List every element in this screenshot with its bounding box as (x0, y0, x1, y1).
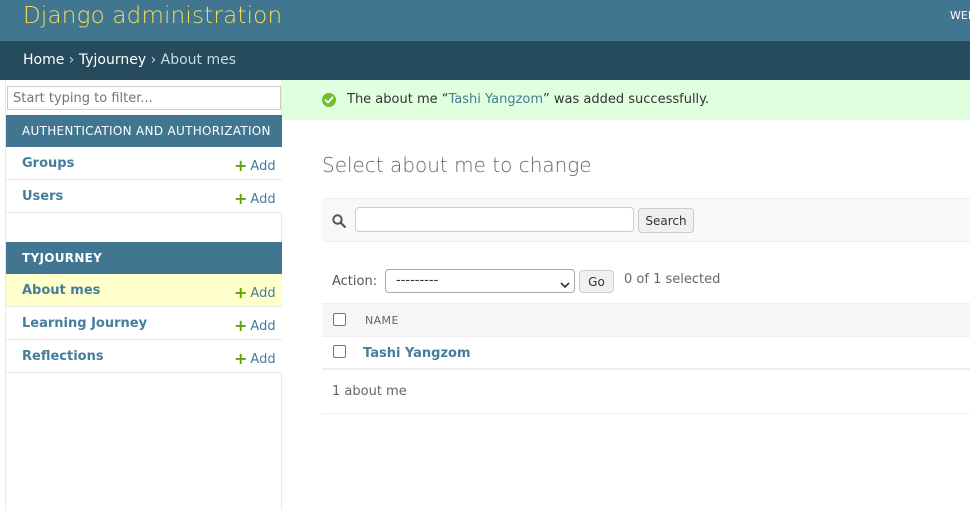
sidebar-item-users: Users + Add (6, 180, 282, 213)
model-link-groups[interactable]: Groups (22, 156, 74, 171)
table-row: Tashi Yangzom (322, 337, 970, 370)
paginator-count: 1 about me (332, 384, 407, 399)
model-link-about-mes[interactable]: About mes (22, 283, 100, 298)
header: Django administration WELCOME, (0, 0, 970, 41)
sidebar-item-about-mes: About mes + Add (6, 274, 282, 307)
action-selected-option: --------- (396, 273, 439, 288)
nav-sidebar: AUTHENTICATION AND AUTHORIZATION Groups … (5, 80, 282, 510)
action-label: Action: (332, 274, 378, 289)
page-title: Select about me to change (322, 153, 592, 177)
breadcrumb-current: About mes (160, 52, 237, 68)
sidebar-item-groups: Groups + Add (6, 147, 282, 180)
model-link-users[interactable]: Users (22, 189, 63, 204)
message-suffix: ” was added successfully. (543, 92, 710, 107)
add-label: Add (250, 319, 276, 334)
module-caption-auth[interactable]: AUTHENTICATION AND AUTHORIZATION (6, 115, 282, 147)
breadcrumb-separator: › (150, 52, 157, 68)
add-users-button[interactable]: + Add (234, 188, 276, 208)
message-object-link[interactable]: Tashi Yangzom (448, 92, 543, 107)
breadcrumb: Home › Tyjourney › About mes (0, 41, 970, 80)
plus-icon: + (234, 349, 248, 368)
model-link-reflections[interactable]: Reflections (22, 349, 104, 364)
plus-icon: + (234, 156, 248, 175)
add-label: Add (250, 352, 276, 367)
module-caption-tyjourney[interactable]: TYJOURNEY (6, 242, 282, 274)
search-input[interactable] (355, 207, 634, 232)
column-header-name[interactable]: NAME (365, 314, 399, 327)
add-groups-button[interactable]: + Add (234, 155, 276, 175)
add-label: Add (250, 286, 276, 301)
add-learning-journey-button[interactable]: + Add (234, 315, 276, 335)
go-button[interactable]: Go (579, 270, 614, 293)
message-prefix: The about me “ (347, 92, 449, 107)
sidebar-item-learning-journey: Learning Journey + Add (6, 307, 282, 340)
action-counter: 0 of 1 selected (624, 272, 721, 287)
actions-bar: Action: --------- Go 0 of 1 selected (322, 264, 970, 304)
sidebar-item-reflections: Reflections + Add (6, 340, 282, 373)
row-name-link[interactable]: Tashi Yangzom (363, 346, 471, 361)
chevron-down-icon (560, 278, 570, 293)
add-label: Add (250, 159, 276, 174)
breadcrumb-separator: › (68, 52, 75, 68)
add-label: Add (250, 192, 276, 207)
select-all-checkbox[interactable] (333, 313, 346, 326)
breadcrumb-app[interactable]: Tyjourney (79, 52, 146, 68)
model-link-learning-journey[interactable]: Learning Journey (22, 316, 147, 331)
success-message: The about me “Tashi Yangzom” was added s… (282, 80, 970, 120)
success-message-text: The about me “Tashi Yangzom” was added s… (347, 92, 709, 107)
user-tools: WELCOME, (950, 9, 970, 22)
search-toolbar: Search (322, 198, 970, 242)
add-reflections-button[interactable]: + Add (234, 348, 276, 368)
plus-icon: + (234, 283, 248, 302)
action-select[interactable]: --------- (385, 269, 575, 293)
plus-icon: + (234, 189, 248, 208)
add-about-mes-button[interactable]: + Add (234, 282, 276, 302)
plus-icon: + (234, 316, 248, 335)
paginator: 1 about me (322, 370, 970, 414)
site-name[interactable]: Django administration (23, 3, 282, 29)
table-header: NAME (322, 303, 970, 337)
check-circle-icon (322, 93, 336, 107)
search-button[interactable]: Search (638, 208, 694, 233)
row-checkbox[interactable] (333, 345, 346, 358)
nav-filter-input[interactable] (7, 86, 281, 110)
search-icon (332, 213, 346, 232)
breadcrumb-home[interactable]: Home (23, 52, 64, 68)
